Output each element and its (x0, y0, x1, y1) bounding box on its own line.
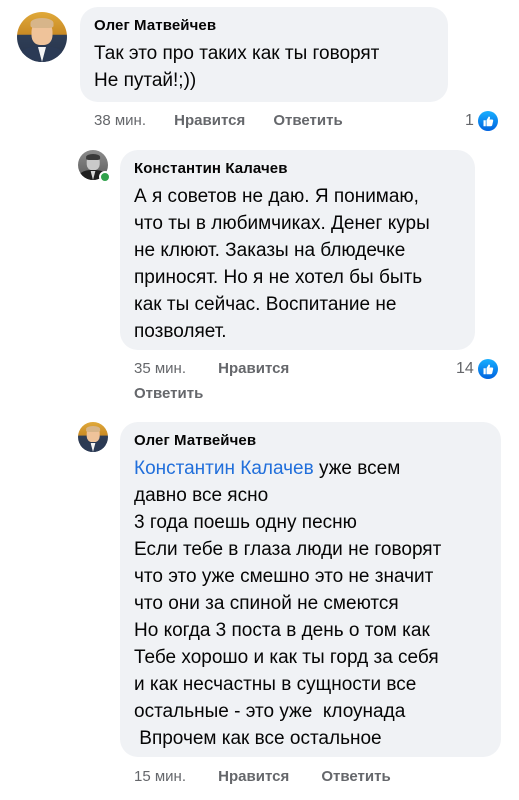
avatar-oleg[interactable] (78, 422, 108, 452)
comment-bubble: Олег Матвейчев Константин Калачев уже вс… (120, 422, 501, 757)
comment-actions: 15 мин. Нравится Ответить (134, 768, 391, 785)
comment-text: А я советов не даю. Я понимаю, что ты в … (134, 183, 461, 345)
comment-author[interactable]: Олег Матвейчев (134, 432, 487, 449)
comment-author[interactable]: Олег Матвейчев (94, 17, 434, 34)
comment-line: остальные - это уже клоунада (134, 701, 406, 722)
comment-actions: 35 мин. Нравится (134, 360, 289, 377)
comment-2: Константин Калачев А я советов не даю. Я… (0, 140, 519, 410)
comment-line: что это уже смешно это не значит (134, 566, 434, 587)
comment-line: Константин Калачев уже всем (134, 455, 487, 482)
reaction-count: 1 (465, 112, 474, 129)
comment-author[interactable]: Константин Калачев (134, 160, 461, 177)
comment-line: Не путай!;)) (94, 70, 197, 91)
comment-text: Константин Калачев уже всем давно все яс… (134, 455, 487, 752)
comment-line: 3 года поешь одну песню (134, 512, 357, 533)
avatar-hair (86, 425, 100, 432)
comment-actions: Ответить (134, 385, 203, 402)
avatar-hair (30, 18, 54, 28)
comment-1: Олег Матвейчев Так это про таких как ты … (0, 0, 519, 140)
comment-line: Так это про таких как ты говорят (94, 43, 380, 64)
like-button[interactable]: Нравится (218, 360, 289, 377)
like-button[interactable]: Нравится (174, 112, 245, 129)
comment-line: что они за спиной не смеются (134, 593, 399, 614)
comment-bubble: Олег Матвейчев Так это про таких как ты … (80, 7, 448, 102)
like-button[interactable]: Нравится (218, 768, 289, 785)
reply-button[interactable]: Ответить (273, 112, 342, 129)
comment-line: Но когда 3 поста в день о том как (134, 620, 430, 641)
like-icon (477, 111, 498, 131)
reaction-summary[interactable]: 14 (456, 359, 498, 379)
comment-line: Впрочем как все остальное (134, 728, 382, 749)
mention-link[interactable]: Константин Калачев (134, 458, 314, 479)
comment-line: позволяет. (134, 321, 227, 342)
comment-line-rest: уже всем (313, 458, 401, 479)
online-status-dot (99, 171, 111, 183)
avatar-oleg[interactable] (17, 12, 67, 62)
reaction-count: 14 (456, 360, 474, 377)
comment-line: А я советов не даю. Я понимаю, (134, 186, 419, 207)
comment-line: давно все ясно (134, 485, 269, 506)
comment-time[interactable]: 15 мин. (134, 768, 186, 785)
comment-3: Олег Матвейчев Константин Калачев уже вс… (0, 410, 519, 800)
avatar-hair (86, 153, 100, 160)
like-icon (477, 359, 498, 379)
comment-line: что ты в любимчиках. Денег куры (134, 213, 430, 234)
comment-time[interactable]: 38 мин. (94, 112, 146, 129)
reply-button[interactable]: Ответить (134, 385, 203, 402)
comment-line: приносят. Но я не хотел бы быть (134, 267, 423, 288)
comment-time[interactable]: 35 мин. (134, 360, 186, 377)
comment-line: и как несчастны в сущности все (134, 674, 417, 695)
comment-actions: 38 мин. Нравится Ответить (94, 112, 343, 129)
reply-button[interactable]: Ответить (321, 768, 390, 785)
reaction-summary[interactable]: 1 (465, 111, 498, 131)
comment-line: Тебе хорошо и как ты горд за себя (134, 647, 439, 668)
comment-line: как ты сейчас. Воспитание не (134, 294, 397, 315)
comment-bubble: Константин Калачев А я советов не даю. Я… (120, 150, 475, 350)
comment-line: Если тебе в глаза люди не говорят (134, 539, 442, 560)
comment-text: Так это про таких как ты говорят Не пута… (94, 40, 434, 94)
comment-line: не клюют. Заказы на блюдечке (134, 240, 406, 261)
